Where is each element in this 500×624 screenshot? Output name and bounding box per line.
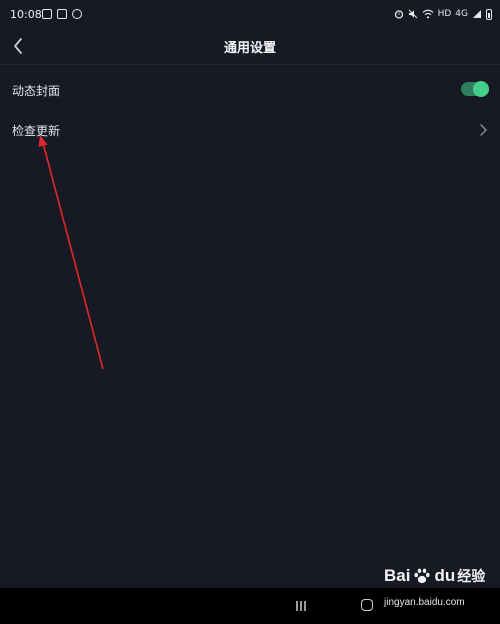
toggle-knob — [473, 81, 489, 97]
setting-label: 检查更新 — [12, 124, 61, 138]
dynamic-cover-toggle[interactable] — [461, 81, 489, 97]
watermark-logo: Bai du 经验 — [384, 566, 485, 586]
recent-apps-icon[interactable] — [294, 600, 308, 612]
image-icon — [42, 9, 52, 19]
wifi-icon — [422, 9, 433, 19]
watermark-du: du — [434, 566, 456, 585]
settings-list: 动态封面 检查更新 — [0, 70, 500, 150]
alarm-icon — [394, 10, 403, 19]
status-bar: 10:08 HD 4G — [0, 0, 500, 30]
chevron-right-icon — [480, 124, 487, 136]
page-title: 通用设置 — [223, 41, 276, 56]
watermark-jingyan: 经验 — [457, 569, 486, 585]
watermark: Bai du 经验 jingyan.baidu.com — [384, 566, 496, 616]
watermark-brand: Bai — [384, 566, 411, 585]
setting-label: 动态封面 — [12, 84, 61, 98]
network-type: 4G — [455, 9, 468, 19]
status-time: 10:08 — [10, 8, 42, 21]
hd-icon: HD — [437, 9, 452, 19]
battery-icon — [486, 8, 492, 20]
paw-icon — [414, 568, 431, 584]
signal-icon — [473, 10, 481, 18]
status-left-icons — [42, 9, 82, 19]
setting-dynamic-cover[interactable]: 动态封面 — [0, 70, 500, 110]
sim-icon — [57, 9, 67, 19]
title-bar: 通用设置 — [0, 30, 500, 65]
setting-check-update[interactable]: 检查更新 — [0, 110, 500, 150]
mute-icon — [408, 9, 417, 19]
home-icon[interactable] — [361, 599, 373, 611]
watermark-url: jingyan.baidu.com — [384, 597, 465, 608]
status-right-icons: HD 4G — [394, 8, 492, 20]
chat-bubble-icon — [72, 9, 82, 19]
